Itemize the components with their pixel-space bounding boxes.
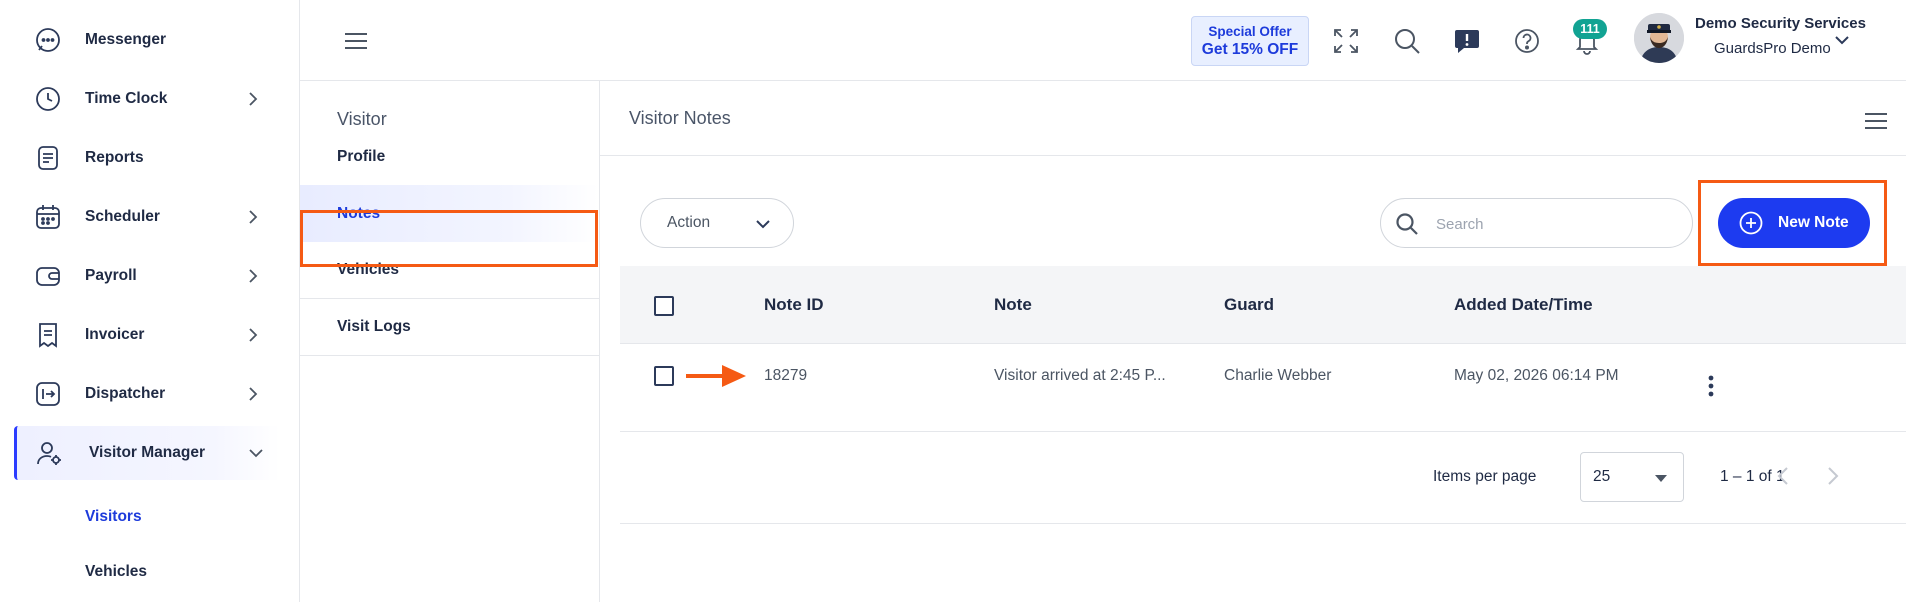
- column-header-added-date[interactable]: Added Date/Time: [1454, 295, 1593, 315]
- next-page-icon[interactable]: [1826, 466, 1840, 486]
- search-icon[interactable]: [1393, 27, 1421, 55]
- user-name: Demo Security Services: [1695, 15, 1866, 32]
- paginator: Items per page 25 1 – 1 of 1: [620, 432, 1906, 524]
- chevron-right-icon: [246, 328, 260, 342]
- subnav-item-vehicles[interactable]: Vehicles: [300, 242, 599, 299]
- row-checkbox[interactable]: [654, 366, 674, 386]
- menu-icon[interactable]: [1864, 110, 1888, 132]
- divider: [600, 155, 1906, 156]
- sidebar-item-label: Dispatcher: [85, 385, 166, 402]
- subnav-item-visit-logs[interactable]: Visit Logs: [300, 299, 599, 356]
- offer-title: Special Offer: [1208, 24, 1292, 39]
- sidebar-item-label: Reports: [85, 149, 144, 166]
- wallet-icon: [34, 262, 62, 290]
- menu-toggle-icon[interactable]: [344, 30, 368, 52]
- search-input[interactable]: [1436, 212, 1676, 236]
- cell-note-id: 18279: [764, 367, 808, 384]
- chevron-right-icon: [246, 210, 260, 224]
- dispatch-icon: [34, 380, 62, 408]
- table-row[interactable]: 18279 Visitor arrived at 2:45 P... Charl…: [620, 344, 1906, 432]
- sidebar: Messenger Time Clock Reports Scheduler P…: [0, 0, 300, 602]
- new-note-button[interactable]: New Note: [1718, 198, 1870, 248]
- select-all-checkbox[interactable]: [654, 296, 674, 316]
- search-icon: [1395, 212, 1419, 236]
- fullscreen-icon[interactable]: [1332, 27, 1360, 55]
- new-note-label: New Note: [1778, 214, 1849, 231]
- sidebar-item-messenger[interactable]: Messenger: [16, 13, 278, 67]
- chevron-right-icon: [246, 387, 260, 401]
- calendar-icon: [34, 203, 62, 231]
- action-dropdown[interactable]: Action: [640, 198, 794, 248]
- sidebar-item-visitor-manager[interactable]: Visitor Manager: [14, 426, 280, 480]
- chevron-down-icon: [249, 446, 263, 460]
- plus-circle-icon: [1739, 211, 1763, 235]
- arrow-right-icon: [684, 363, 748, 389]
- chevron-right-icon: [246, 269, 260, 283]
- sidebar-item-label: Messenger: [85, 31, 166, 48]
- page-range: 1 – 1 of 1: [1720, 468, 1785, 485]
- cell-added-date: May 02, 2026 06:14 PM: [1454, 367, 1619, 384]
- sidebar-item-scheduler[interactable]: Scheduler: [16, 190, 278, 244]
- table-header: Note ID Note Guard Added Date/Time: [620, 266, 1906, 344]
- visitor-subnav: Visitor Profile Notes Vehicles Visit Log…: [300, 81, 600, 602]
- chevron-down-icon: [756, 217, 770, 231]
- column-header-note[interactable]: Note: [994, 295, 1032, 315]
- chevron-right-icon: [246, 92, 260, 106]
- page-title: Visitor Notes: [629, 108, 731, 128]
- chevron-down-icon[interactable]: [1835, 33, 1849, 47]
- cell-guard: Charlie Webber: [1224, 367, 1332, 384]
- report-icon: [34, 144, 62, 172]
- clock-icon: [34, 85, 62, 113]
- sidebar-item-reports[interactable]: Reports: [16, 131, 278, 185]
- items-per-page-select[interactable]: 25: [1580, 452, 1684, 502]
- help-icon[interactable]: [1513, 27, 1541, 55]
- action-label: Action: [667, 214, 711, 231]
- sidebar-subitem-vehicles[interactable]: Vehicles: [85, 563, 147, 581]
- column-header-guard[interactable]: Guard: [1224, 295, 1274, 315]
- offer-discount: Get 15% OFF: [1201, 41, 1299, 58]
- sidebar-item-label: Payroll: [85, 267, 137, 284]
- items-per-page-label: Items per page: [1433, 468, 1537, 485]
- sidebar-item-payroll[interactable]: Payroll: [16, 249, 278, 303]
- receipt-icon: [34, 321, 62, 349]
- chat-bubble-icon: [34, 26, 62, 54]
- prev-page-icon[interactable]: [1776, 466, 1790, 486]
- sidebar-item-invoicer[interactable]: Invoicer: [16, 308, 278, 362]
- sidebar-item-time-clock[interactable]: Time Clock: [16, 72, 278, 126]
- caret-down-icon: [1655, 475, 1667, 483]
- avatar[interactable]: [1634, 13, 1684, 63]
- sidebar-item-label: Time Clock: [85, 90, 168, 107]
- sidebar-item-label: Visitor Manager: [89, 444, 206, 461]
- more-options-icon[interactable]: [1708, 374, 1714, 398]
- notification-badge: 111: [1573, 19, 1607, 39]
- user-gear-icon: [35, 439, 63, 467]
- special-offer-button[interactable]: Special Offer Get 15% OFF: [1191, 16, 1309, 66]
- sidebar-item-dispatcher[interactable]: Dispatcher: [16, 367, 278, 421]
- sidebar-item-label: Invoicer: [85, 326, 145, 343]
- main-content: Visitor Notes Action New Note Note ID No…: [600, 81, 1906, 602]
- sidebar-subitem-visitors[interactable]: Visitors: [85, 508, 142, 526]
- top-header: Special Offer Get 15% OFF 111 Demo Secur…: [300, 0, 1906, 81]
- subnav-item-notes[interactable]: Notes: [300, 185, 599, 242]
- sidebar-item-label: Scheduler: [85, 208, 160, 225]
- search-box[interactable]: [1380, 198, 1693, 248]
- column-header-note-id[interactable]: Note ID: [764, 295, 824, 315]
- cell-note: Visitor arrived at 2:45 P...: [994, 367, 1166, 384]
- feedback-icon[interactable]: [1453, 27, 1481, 55]
- subnav-item-profile[interactable]: Profile: [300, 128, 599, 185]
- user-organization: GuardsPro Demo: [1714, 40, 1831, 57]
- items-per-page-value: 25: [1593, 468, 1611, 485]
- subnav-title: Visitor: [337, 109, 387, 129]
